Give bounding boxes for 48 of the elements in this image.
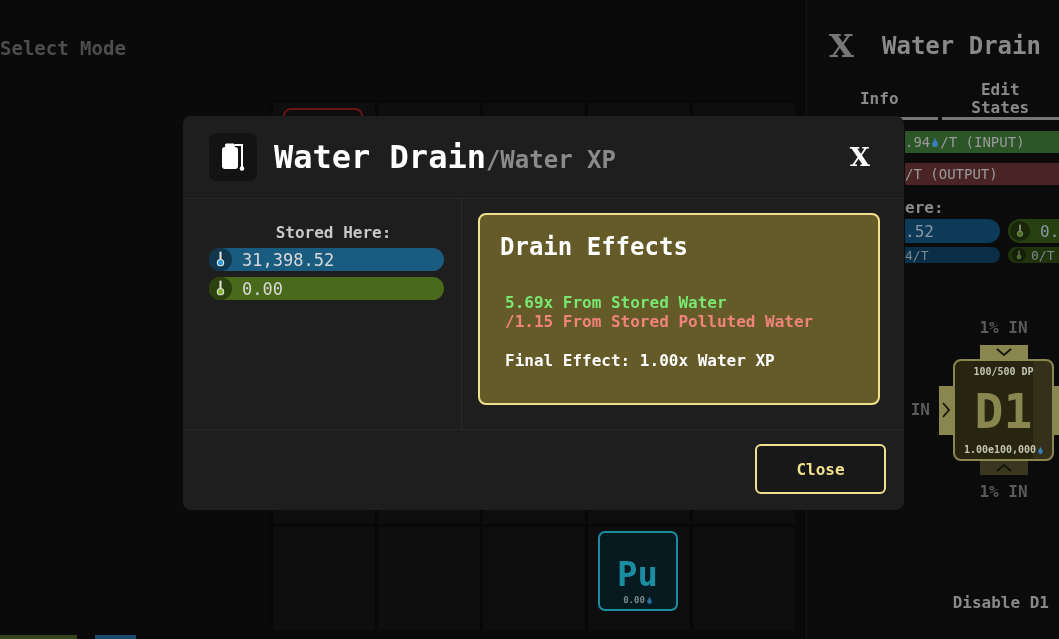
tank-icon <box>209 133 257 181</box>
droplet-icon <box>646 596 652 604</box>
element-symbol: Pu <box>617 555 658 593</box>
storage-amount: 31,398.52 <box>242 249 335 270</box>
port-tab[interactable] <box>939 385 953 435</box>
droplet-icon <box>1038 446 1044 454</box>
flask-icon <box>1012 248 1026 262</box>
section-label: Stored Here: <box>275 224 392 242</box>
resource-strip <box>95 635 136 639</box>
effect-line: 5.69x From Stored Water <box>505 293 727 312</box>
port-label: 1% IN <box>979 483 1028 501</box>
flask-icon <box>209 248 232 271</box>
rate-unit: /T (OUTPUT) <box>905 166 998 182</box>
close-button[interactable]: X <box>828 28 855 64</box>
dialog-subtitle: /Water XP <box>485 145 616 175</box>
chevron-right-icon <box>942 402 950 418</box>
chevron-up-icon <box>995 464 1012 472</box>
dialog-title: Water Drain <box>274 138 486 176</box>
storage-amount: .52 <box>905 221 934 241</box>
droplet-icon <box>932 137 939 147</box>
port-label: 1% IN <box>979 319 1028 337</box>
port-label: IN <box>910 401 930 419</box>
rate-value: 4/T <box>905 247 929 263</box>
section-label: ere: <box>905 199 944 217</box>
port-tab[interactable] <box>979 345 1028 359</box>
rate-value: .94 <box>905 134 931 150</box>
node-capacity: 1.00e100,000 <box>963 444 1037 456</box>
card-title: Drain Effects <box>500 232 688 262</box>
disable-button[interactable]: Disable D1 <box>952 594 1049 612</box>
effect-line: /1.15 From Stored Polluted Water <box>505 312 814 331</box>
chevron-down-icon <box>995 348 1012 356</box>
storage-amount: 0.00 <box>242 278 283 299</box>
mode-label: Select Mode <box>0 38 126 58</box>
rate-value: 0/T <box>1031 247 1055 263</box>
panel-title: Water Drain <box>882 31 1041 62</box>
rate-unit: /T (INPUT) <box>940 134 1025 150</box>
close-button[interactable]: Close <box>755 444 886 494</box>
element-amount: 0.00 <box>623 595 645 605</box>
node-name: D1 <box>974 386 1033 436</box>
flask-icon <box>1010 221 1030 241</box>
tab[interactable]: Edit States <box>941 80 1059 120</box>
flask-icon <box>209 277 232 300</box>
close-button[interactable]: X <box>845 141 874 173</box>
element-tile[interactable]: Pu 0.00 <box>597 531 678 611</box>
effect-line: Final Effect: 1.00x Water XP <box>505 351 775 370</box>
node-durability: 100/500 DP <box>973 366 1034 378</box>
node-tile[interactable]: 100/500 DP D1 1.00e100,000 <box>953 359 1054 461</box>
storage-amount: 0. <box>1040 221 1059 241</box>
